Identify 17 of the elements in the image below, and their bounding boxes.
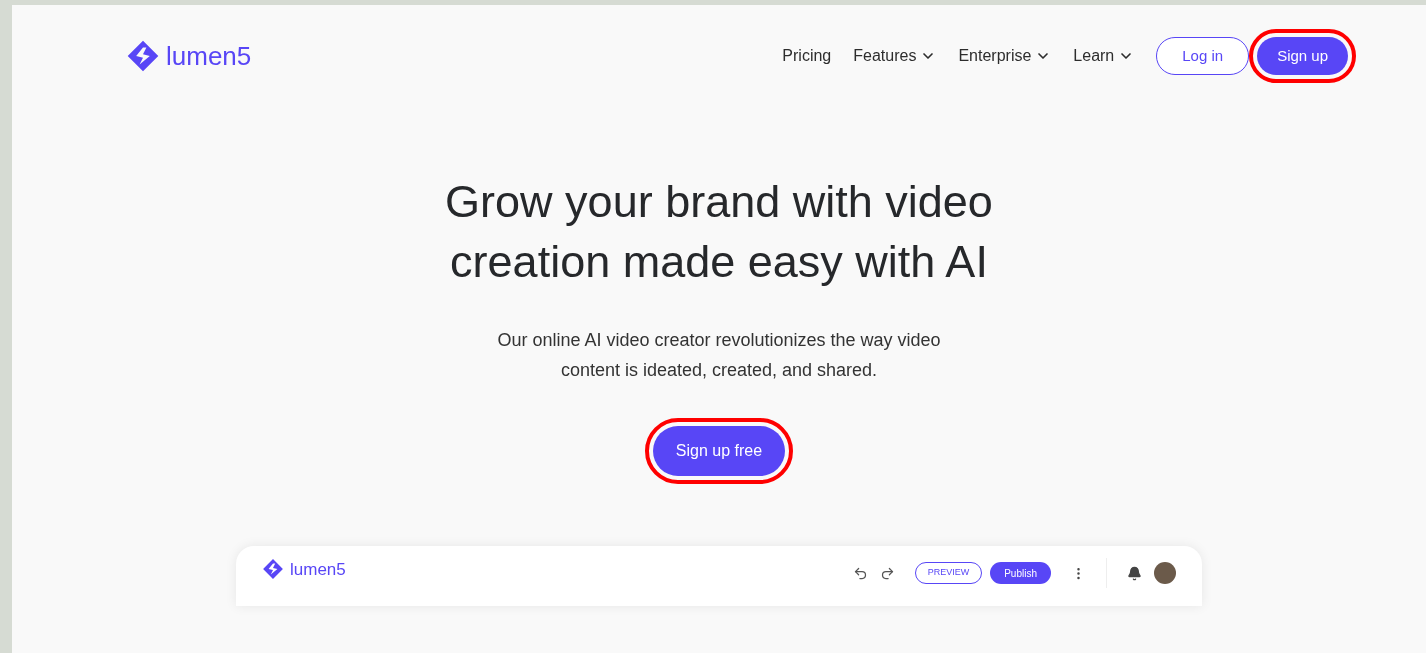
- nav-link[interactable]: Enterprise: [958, 44, 1052, 68]
- nav-link[interactable]: Pricing: [782, 44, 832, 68]
- preview-button[interactable]: PREVIEW: [914, 562, 983, 584]
- avatar[interactable]: [1154, 562, 1176, 584]
- logo-icon: [262, 558, 284, 580]
- nav-link[interactable]: Learn: [1073, 44, 1135, 68]
- hero-heading: Grow your brand with video creation made easy with AI: [444, 175, 994, 289]
- publish-button[interactable]: Publish: [990, 562, 1051, 584]
- undo-icon[interactable]: [852, 565, 868, 581]
- logo-wordmark[interactable]: lumen5: [166, 43, 252, 69]
- login-button[interactable]: Log in: [1156, 37, 1250, 75]
- redo-icon[interactable]: [879, 565, 895, 581]
- hero-subtitle: Our online AI video creator revolutionizes the way video content is ideated, created, and shared.: [496, 329, 942, 382]
- notification-bell-icon[interactable]: [1127, 565, 1142, 581]
- logo-wordmark[interactable]: lumen5: [290, 560, 346, 578]
- logo-icon: [126, 39, 160, 73]
- nav-link[interactable]: Features: [853, 44, 937, 68]
